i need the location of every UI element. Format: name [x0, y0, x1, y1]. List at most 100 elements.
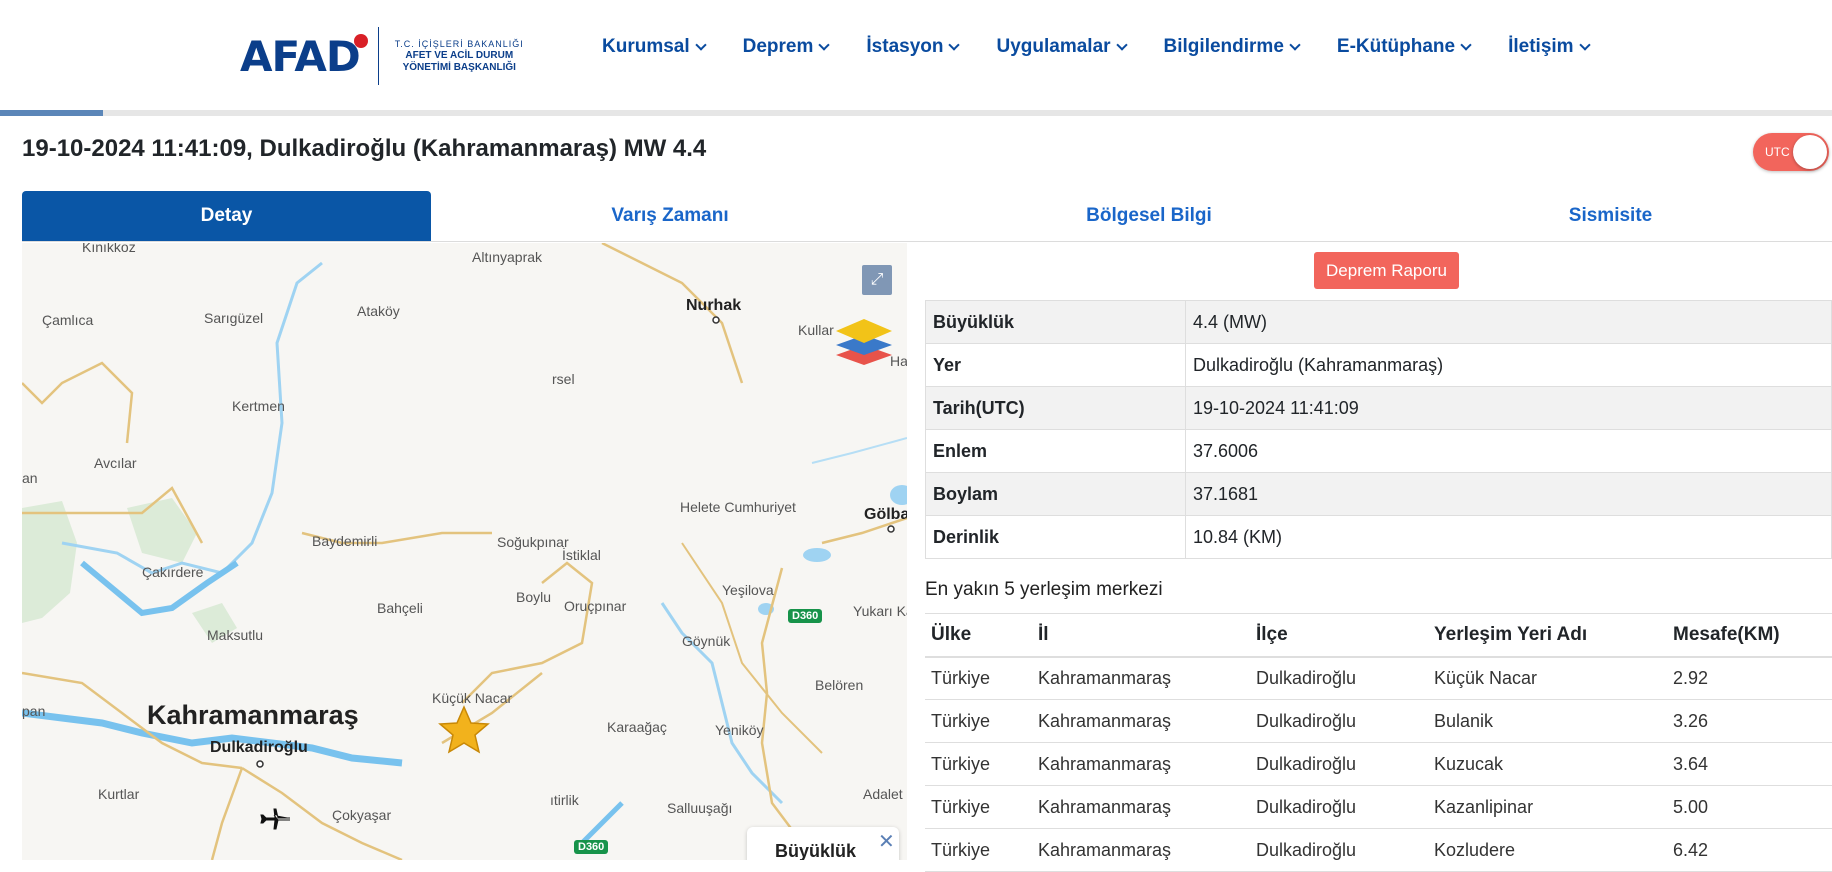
close-icon[interactable]: ✕	[878, 829, 895, 854]
chevron-down-icon	[1460, 39, 1472, 51]
table-cell: Dulkadiroğlu	[1250, 742, 1428, 786]
earthquake-map[interactable]: Kınıkkoz Altınyaprak Çamlıca Sarıgüzel A…	[22, 243, 907, 860]
detail-row: Tarih(UTC) 19-10-2024 11:41:09	[925, 386, 1832, 430]
detail-row: Boylam 37.1681	[925, 472, 1832, 516]
page-progress-fill	[0, 110, 103, 116]
table-cell: 2.92	[1667, 656, 1832, 700]
detail-key: Büyüklük	[925, 300, 1186, 344]
map-base-layer	[22, 243, 907, 860]
nav-istasyon[interactable]: İstasyon	[866, 36, 961, 58]
fullscreen-exit-button[interactable]: ⤢	[862, 265, 892, 295]
map-label: Maksutlu	[207, 627, 264, 643]
layers-button[interactable]	[834, 315, 894, 367]
detail-row: Derinlik 10.84 (KM)	[925, 515, 1832, 559]
table-cell: Türkiye	[925, 785, 1032, 829]
nav-label: İletişim	[1508, 36, 1574, 57]
nav-label: E-Kütüphane	[1336, 36, 1456, 57]
tab-varis-zamani[interactable]: Varış Zamanı	[431, 191, 909, 241]
table-cell: Dulkadiroğlu	[1250, 828, 1428, 872]
page-progress-bar	[0, 110, 1832, 116]
map-label: Ataköy	[357, 303, 400, 319]
nav-iletisim[interactable]: İletişim	[1508, 36, 1591, 58]
utc-toggle[interactable]: UTC	[1753, 133, 1829, 171]
chevron-down-icon	[1578, 39, 1591, 51]
map-label: Oruçpınar	[564, 598, 627, 614]
column-header: İl	[1032, 613, 1250, 658]
main-nav: Kurumsal Deprem İstasyon Uygulamalar Bil…	[602, 36, 1627, 58]
map-label: Yukarı Ka	[853, 603, 907, 619]
detail-key: Tarih(UTC)	[925, 386, 1186, 430]
detail-row: Büyüklük 4.4 (MW)	[925, 300, 1832, 344]
map-label: Karaağaç	[607, 719, 667, 735]
table-header-row: Ülke İl İlçe Yerleşim Yeri Adı Mesafe(KM…	[925, 613, 1832, 658]
detail-key: Yer	[925, 343, 1186, 387]
layers-icon	[836, 319, 892, 365]
map-label: ıtirlik	[550, 792, 579, 808]
map-label: Soğukpınar	[497, 534, 569, 550]
table-cell: 3.64	[1667, 742, 1832, 786]
detail-key: Enlem	[925, 429, 1186, 473]
nav-label: İstasyon	[866, 36, 944, 57]
map-label: Çamlıca	[42, 312, 94, 328]
map-label: İstiklal	[562, 547, 601, 563]
map-label: Göynük	[682, 633, 731, 649]
detail-value: Dulkadiroğlu (Kahramanmaraş)	[1185, 343, 1832, 387]
nav-label: Deprem	[742, 36, 814, 57]
table-cell: Dulkadiroğlu	[1250, 656, 1428, 700]
map-label: Altınyaprak	[472, 249, 543, 265]
collapse-icon: ⤢	[870, 271, 884, 288]
table-cell: Bulanik	[1428, 699, 1667, 743]
nav-kurumsal[interactable]: Kurumsal	[602, 36, 707, 58]
tab-detay[interactable]: Detay	[22, 191, 431, 241]
map-label: Bahçeli	[377, 600, 423, 616]
table-cell: Türkiye	[925, 828, 1032, 872]
chevron-down-icon	[1289, 39, 1301, 51]
map-label: Yeşilova	[722, 582, 774, 598]
event-tabs: Detay Varış Zamanı Bölgesel Bilgi Sismis…	[22, 191, 1832, 242]
map-label: Adalet	[863, 786, 903, 802]
toggle-knob	[1793, 135, 1827, 169]
detail-value: 37.6006	[1185, 429, 1832, 473]
table-cell: Kahramanmaraş	[1032, 785, 1250, 829]
tab-sismisite[interactable]: Sismisite	[1389, 191, 1832, 241]
nav-uygulamalar[interactable]: Uygulamalar	[996, 36, 1128, 58]
nearest-settlements-table: Ülke İl İlçe Yerleşim Yeri Adı Mesafe(KM…	[925, 613, 1832, 872]
nav-label: Bilgilendirme	[1163, 36, 1284, 57]
map-label: Kınıkkoz	[82, 243, 136, 255]
map-label: Yeniköy	[715, 722, 764, 738]
afad-logo[interactable]: AFAD T.C. İÇİŞLERİ BAKANLIĞI AFET VE ACİ…	[240, 24, 524, 88]
logo-divider	[377, 27, 379, 85]
map-label: Kertmen	[232, 398, 285, 414]
table-cell: Türkiye	[925, 656, 1032, 700]
nav-label: Uygulamalar	[996, 36, 1111, 57]
nav-deprem[interactable]: Deprem	[742, 36, 831, 58]
table-row: Türkiye Kahramanmaraş Dulkadiroğlu Kazan…	[925, 785, 1832, 829]
nearest-settlements-title: En yakın 5 yerleşim merkezi	[925, 579, 1163, 600]
table-cell: 3.26	[1667, 699, 1832, 743]
column-header: Yerleşim Yeri Adı	[1428, 613, 1667, 658]
map-city-label: Dulkadiroğlu	[210, 739, 308, 756]
table-cell: Kozludere	[1428, 828, 1667, 872]
detail-value: 4.4 (MW)	[1185, 300, 1832, 344]
map-label: Sarıgüzel	[204, 310, 264, 326]
tab-bolgesel-bilgi[interactable]: Bölgesel Bilgi	[909, 191, 1389, 241]
table-cell: Dulkadiroğlu	[1250, 785, 1428, 829]
map-label: Avcılar	[94, 455, 137, 471]
table-cell: 5.00	[1667, 785, 1832, 829]
map-label: Küçük Nacar	[432, 690, 513, 706]
table-cell: Kahramanmaraş	[1032, 656, 1250, 700]
earthquake-report-button[interactable]: Deprem Raporu	[1314, 252, 1459, 289]
table-cell: 6.42	[1667, 828, 1832, 872]
table-cell: Küçük Nacar	[1428, 656, 1667, 700]
map-city-label: Gölba	[864, 506, 907, 523]
detail-key: Derinlik	[925, 515, 1186, 559]
logo-line-2: AFET VE ACİL DURUM	[405, 50, 514, 61]
logo-line-1: T.C. İÇİŞLERİ BAKANLIĞI	[394, 39, 524, 49]
table-row: Türkiye Kahramanmaraş Dulkadiroğlu Küçük…	[925, 656, 1832, 700]
map-label: Belören	[815, 677, 864, 693]
nav-bilgilendirme[interactable]: Bilgilendirme	[1163, 36, 1301, 58]
column-header: Ülke	[925, 613, 1032, 658]
nav-e-kutuphane[interactable]: E-Kütüphane	[1336, 36, 1472, 58]
top-header: AFAD T.C. İÇİŞLERİ BAKANLIĞI AFET VE ACİ…	[0, 0, 1832, 110]
map-label: an	[22, 470, 38, 486]
